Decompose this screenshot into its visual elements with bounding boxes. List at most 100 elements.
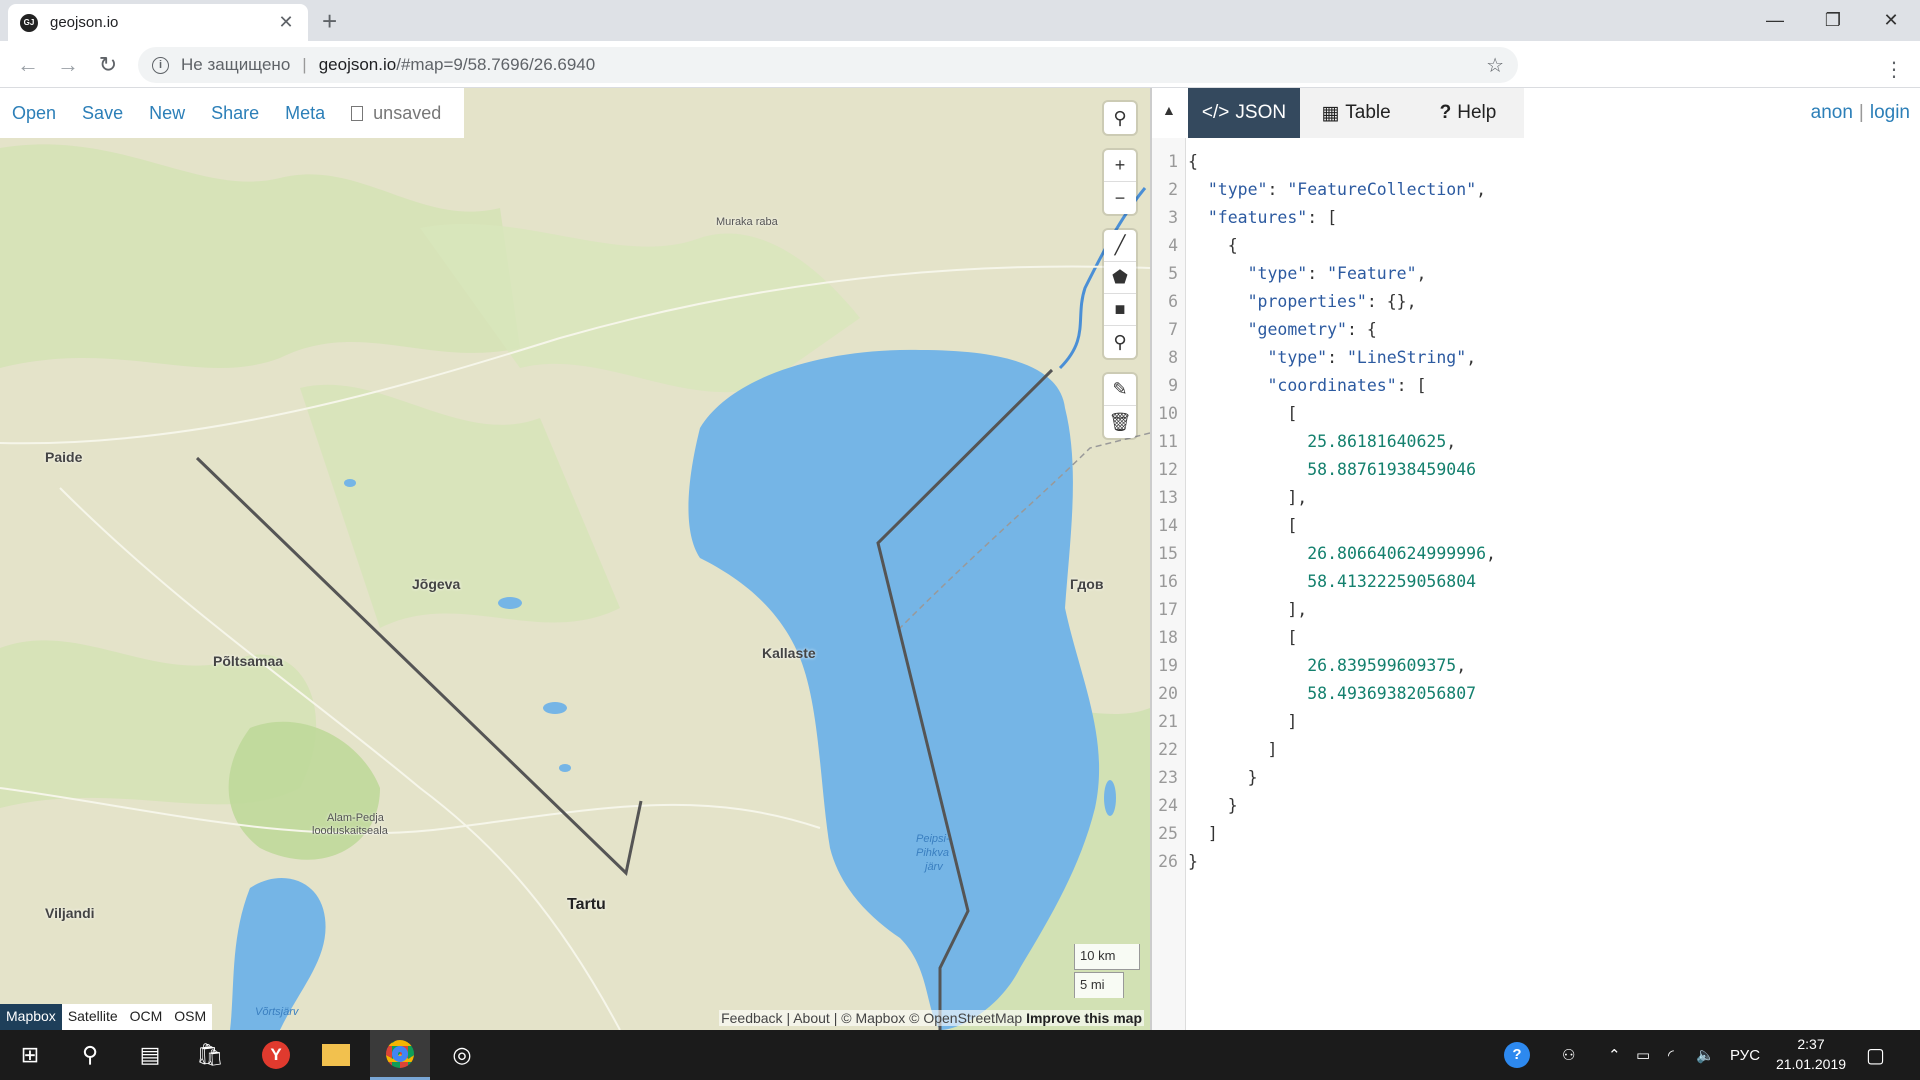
windows-start-icon[interactable]: ⊞ xyxy=(0,1030,60,1080)
code-line: 24 } xyxy=(1158,796,1238,815)
document-icon xyxy=(351,105,364,121)
zoom-in-button[interactable]: + xyxy=(1104,150,1136,182)
side-pane: ▲ </> JSON ▦ Table ? Help anon | login 1{ … xyxy=(1150,88,1920,1030)
draw-marker-icon[interactable]: ⚲ xyxy=(1104,326,1136,358)
url-bar[interactable]: i Не защищено | geojson.io /#map=9/58.76… xyxy=(138,47,1518,83)
clock[interactable]: 2:37 21.01.2019 xyxy=(1766,1034,1856,1074)
search-icon[interactable]: ⚲ xyxy=(60,1030,120,1080)
feedback-link[interactable]: Feedback xyxy=(721,1010,782,1026)
code-line: 26} xyxy=(1158,852,1198,871)
close-tab-icon[interactable]: ✕ xyxy=(276,12,296,33)
login-link[interactable]: login xyxy=(1870,102,1910,123)
code-line: 23 } xyxy=(1158,768,1258,787)
minimize-button[interactable]: — xyxy=(1746,0,1804,41)
geojson-favicon-icon: GJ xyxy=(20,13,38,32)
close-window-button[interactable]: ✕ xyxy=(1862,0,1920,41)
code-line: 21 ] xyxy=(1158,712,1298,731)
draw-polygon-icon[interactable]: ⬟ xyxy=(1104,262,1136,294)
maximize-button[interactable]: ❐ xyxy=(1804,0,1862,41)
security-status: Не защищено xyxy=(181,55,291,74)
map-label-peipsi-2: Pihkva xyxy=(916,847,950,859)
pane-tabs: ▲ </> JSON ▦ Table ? Help anon | login xyxy=(1152,88,1920,138)
wifi-icon[interactable]: ◜ xyxy=(1668,1030,1674,1080)
app-icon[interactable]: ◎ xyxy=(432,1030,492,1080)
new-tab-button[interactable]: + xyxy=(322,6,337,37)
draw-line-icon[interactable]: ╱ xyxy=(1104,230,1136,262)
map-label-muraka: Muraka raba xyxy=(716,216,778,228)
file-menu: Open Save New Share Meta unsaved xyxy=(0,88,464,138)
code-line: 10 [ xyxy=(1158,404,1298,423)
map-canvas[interactable]: Muraka raba Paide Jõgeva Põltsamaa Kalla… xyxy=(0,88,1150,1030)
user-separator: | xyxy=(1858,102,1864,123)
map-label-alam-pedja: Alam-Pedja xyxy=(327,812,384,824)
meta-button[interactable]: Meta xyxy=(285,103,325,124)
coord-value: 26.806640624999996 xyxy=(1307,544,1487,563)
tab-json[interactable]: </> JSON xyxy=(1188,88,1300,138)
map-background xyxy=(0,88,1150,1030)
edit-layers-icon[interactable]: ✎ xyxy=(1104,374,1136,406)
layer-mapbox[interactable]: Mapbox xyxy=(0,1004,62,1030)
code-line: 20 58.49369382056807 xyxy=(1158,684,1477,703)
back-button[interactable]: ← xyxy=(12,49,44,81)
battery-icon[interactable]: ▭ xyxy=(1636,1030,1650,1080)
layer-osm[interactable]: OSM xyxy=(168,1004,212,1030)
search-icon[interactable]: ⚲ xyxy=(1104,102,1136,134)
code-line: 9 "coordinates": [ xyxy=(1168,376,1427,395)
code-line: 6 "properties": {}, xyxy=(1168,292,1417,311)
code-line: 2 "type": "FeatureCollection", xyxy=(1168,180,1487,199)
tab-title: geojson.io xyxy=(50,14,119,31)
help-tray-icon[interactable]: ? xyxy=(1504,1030,1530,1080)
language-indicator[interactable]: РУС xyxy=(1730,1030,1760,1080)
browser-tab[interactable]: GJ geojson.io ✕ xyxy=(8,4,308,41)
json-type-value: FeatureCollection xyxy=(1297,180,1467,199)
open-button[interactable]: Open xyxy=(12,103,56,124)
tab-table[interactable]: ▦ Table xyxy=(1300,88,1412,138)
delete-layers-icon[interactable]: 🗑 xyxy=(1104,406,1136,438)
code-line: 1{ xyxy=(1168,152,1198,171)
people-icon[interactable]: ⚇ xyxy=(1562,1030,1575,1080)
store-icon[interactable]: 🛍 xyxy=(180,1030,240,1080)
url-host: geojson.io xyxy=(318,55,397,74)
yandex-browser-icon[interactable]: Y xyxy=(246,1030,306,1080)
url-separator: | xyxy=(302,55,307,74)
json-feature-type-value: Feature xyxy=(1337,264,1407,283)
mapbox-link[interactable]: © Mapbox xyxy=(841,1010,905,1026)
task-view-icon[interactable]: ▤ xyxy=(120,1030,180,1080)
draw-rectangle-icon[interactable]: ■ xyxy=(1104,294,1136,326)
map-label-jogeva: Jõgeva xyxy=(412,576,461,592)
json-editor[interactable]: 1{ 2 "type": "FeatureCollection", 3 "fea… xyxy=(1152,138,1920,1030)
menu-kebab-icon[interactable]: ⋮ xyxy=(1878,53,1910,85)
save-button[interactable]: Save xyxy=(82,103,123,124)
forward-button[interactable]: → xyxy=(52,49,84,81)
coord-value: 58.41322259056804 xyxy=(1307,572,1477,591)
about-link[interactable]: About xyxy=(793,1010,830,1026)
tab-help[interactable]: ? Help xyxy=(1412,88,1524,138)
chevron-up-icon[interactable]: ⌃ xyxy=(1608,1030,1621,1080)
volume-icon[interactable]: 🔈 xyxy=(1696,1030,1715,1080)
code-lines: 1{ 2 "type": "FeatureCollection", 3 "fea… xyxy=(1152,148,1920,876)
reload-button[interactable]: ↻ xyxy=(92,49,124,81)
share-button[interactable]: Share xyxy=(211,103,259,124)
layer-ocm[interactable]: OCM xyxy=(124,1004,169,1030)
code-line: 16 58.41322259056804 xyxy=(1158,572,1477,591)
tab-table-label: Table xyxy=(1345,102,1391,123)
chrome-icon[interactable] xyxy=(370,1030,430,1080)
new-button[interactable]: New xyxy=(149,103,185,124)
tab-json-label: JSON xyxy=(1235,102,1287,123)
info-icon[interactable]: i xyxy=(152,56,169,74)
search-control: ⚲ xyxy=(1104,102,1136,134)
osm-link[interactable]: © OpenStreetMap xyxy=(909,1010,1022,1026)
notifications-icon[interactable]: ▢ xyxy=(1866,1030,1885,1080)
code-line: 22 ] xyxy=(1158,740,1278,759)
map-label-paide: Paide xyxy=(45,449,83,465)
anon-link[interactable]: anon xyxy=(1811,102,1853,123)
code-line: 8 "type": "LineString", xyxy=(1168,348,1477,367)
improve-map-link[interactable]: Improve this map xyxy=(1026,1010,1142,1026)
file-explorer-icon[interactable] xyxy=(306,1030,366,1080)
caret-up-icon[interactable]: ▲ xyxy=(1162,102,1176,118)
zoom-control: + − xyxy=(1104,150,1136,214)
bookmark-star-icon[interactable]: ☆ xyxy=(1486,53,1504,78)
zoom-out-button[interactable]: − xyxy=(1104,182,1136,214)
file-status: unsaved xyxy=(351,103,441,124)
layer-satellite[interactable]: Satellite xyxy=(62,1004,124,1030)
